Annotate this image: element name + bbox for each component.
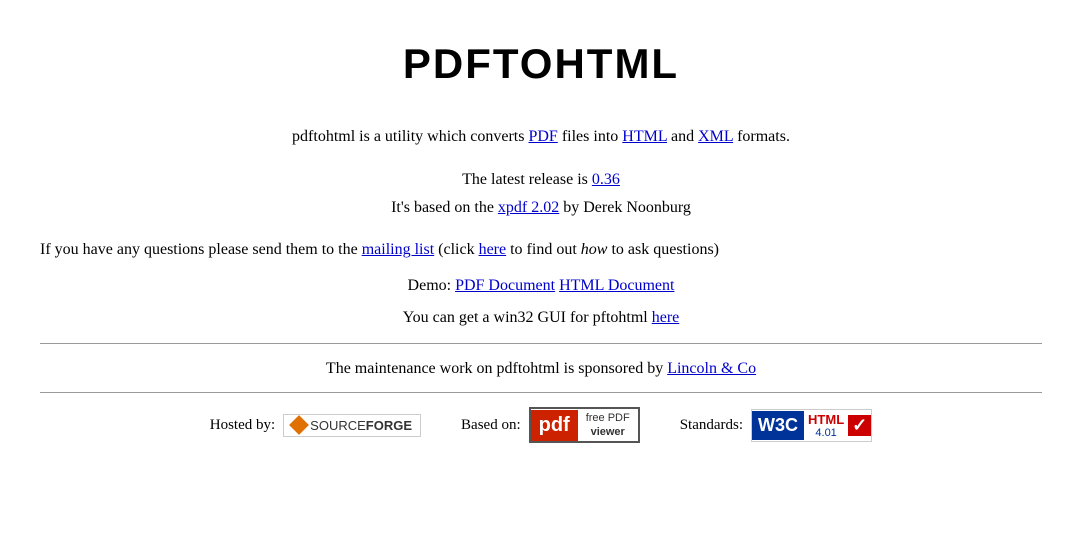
- footer-section: Hosted by: SOURCEFORGE Based on: pdf fre…: [40, 392, 1042, 454]
- based-on-label: Based on:: [461, 417, 521, 434]
- description-section: pdftohtml is a utility which converts PD…: [40, 124, 1042, 150]
- xpdf-prefix: It's based on the: [391, 199, 498, 216]
- w3c-version-text: 4.01: [815, 427, 836, 439]
- release-link[interactable]: 0.36: [592, 171, 620, 188]
- xml-link[interactable]: XML: [698, 128, 733, 145]
- questions-prefix: If you have any questions please send th…: [40, 241, 362, 258]
- sf-diamond-icon: [289, 415, 309, 435]
- w3c-checkmark: ✓: [848, 415, 871, 436]
- questions-middle: (click: [434, 241, 478, 258]
- checkmark-icon: ✓: [852, 415, 867, 436]
- demo-prefix: Demo:: [408, 277, 456, 294]
- based-on-item: Based on: pdf free PDF viewer: [461, 407, 640, 444]
- release-prefix: The latest release is: [462, 171, 592, 188]
- sf-badge-text: SOURCEFORGE: [310, 418, 412, 433]
- pdf-letter: pdf: [539, 414, 570, 437]
- html-link[interactable]: HTML: [622, 128, 667, 145]
- pdf-viewer-text: viewer: [591, 425, 625, 439]
- w3c-right: HTML 4.01: [804, 410, 848, 441]
- title-section: PDFTOHTML: [40, 20, 1042, 108]
- sponsor-section: The maintenance work on pdftohtml is spo…: [40, 360, 1042, 378]
- demo-section: Demo: PDF Document HTML Document: [40, 277, 1042, 295]
- html-document-link[interactable]: HTML Document: [559, 277, 674, 294]
- pdf-document-link[interactable]: PDF Document: [455, 277, 555, 294]
- w3c-html-text: HTML: [808, 412, 844, 427]
- w3c-badge[interactable]: W3C HTML 4.01 ✓: [751, 409, 872, 442]
- hosted-by-label: Hosted by:: [210, 417, 275, 434]
- standards-item: Standards: W3C HTML 4.01 ✓: [680, 409, 873, 442]
- standards-label: Standards:: [680, 417, 743, 434]
- lincoln-co-link[interactable]: Lincoln & Co: [667, 360, 756, 377]
- questions-suffix: to ask questions): [607, 241, 719, 258]
- description-prefix: pdftohtml is a utility which converts: [292, 128, 528, 145]
- xpdf-link[interactable]: xpdf 2.02: [498, 199, 559, 216]
- questions-section: If you have any questions please send th…: [40, 237, 1042, 263]
- w3c-left: W3C: [752, 411, 804, 440]
- how-to-ask-link[interactable]: here: [479, 241, 507, 258]
- description-and: and: [667, 128, 698, 145]
- pdf-icon-red: pdf: [531, 410, 578, 441]
- questions-middle2: to find out: [506, 241, 581, 258]
- description-suffix: formats.: [733, 128, 790, 145]
- xpdf-suffix: by Derek Noonburg: [559, 199, 691, 216]
- win32-here-link[interactable]: here: [652, 309, 680, 326]
- pdf-free-text: free PDF: [586, 411, 630, 425]
- pdf-text-side: free PDF viewer: [578, 409, 638, 442]
- description-middle1: files into: [558, 128, 622, 145]
- win32-section: You can get a win32 GUI for pftohtml her…: [40, 309, 1042, 327]
- hosted-by-item: Hosted by: SOURCEFORGE: [210, 414, 421, 437]
- how-text: how: [581, 241, 608, 258]
- sourceforge-badge[interactable]: SOURCEFORGE: [283, 414, 421, 437]
- release-section: The latest release is 0.36 It's based on…: [40, 166, 1042, 224]
- mailing-list-link[interactable]: mailing list: [362, 241, 434, 258]
- pdf-link[interactable]: PDF: [528, 128, 557, 145]
- win32-prefix: You can get a win32 GUI for pftohtml: [403, 309, 652, 326]
- pdf-badge[interactable]: pdf free PDF viewer: [529, 407, 640, 444]
- page-title: PDFTOHTML: [40, 40, 1042, 88]
- sponsor-prefix: The maintenance work on pdftohtml is spo…: [326, 360, 667, 377]
- w3c-text: W3C: [758, 415, 798, 435]
- divider-1: [40, 343, 1042, 344]
